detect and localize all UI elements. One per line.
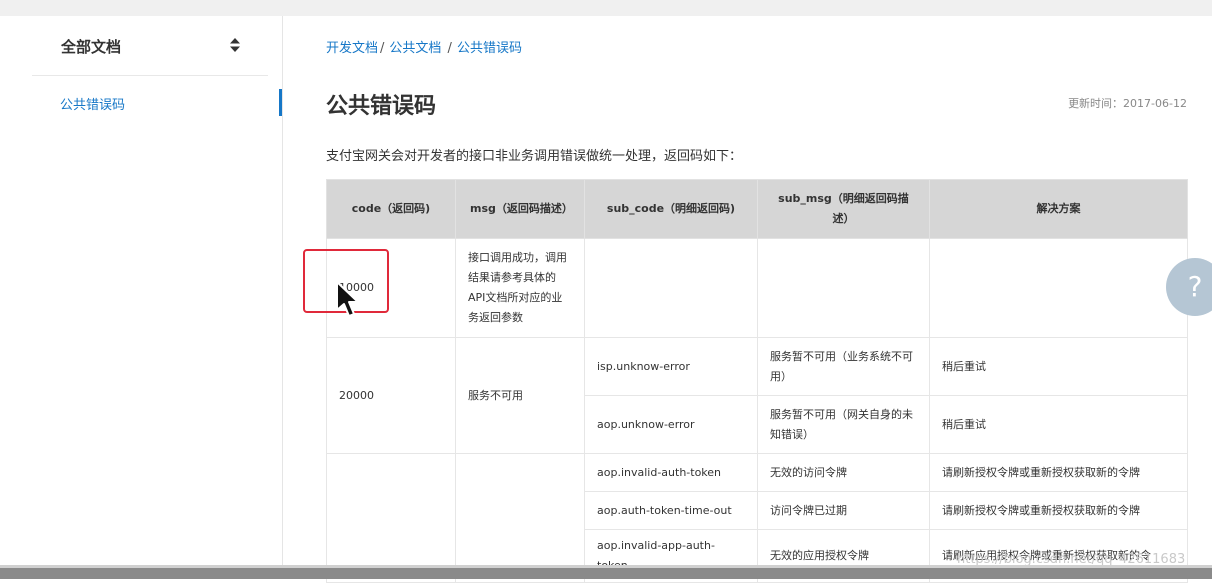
sidebar: 全部文档 公共错误码 [0, 16, 283, 565]
cell-sub-code: aop.invalid-auth-token [584, 453, 758, 492]
breadcrumb-separator: / [443, 41, 452, 56]
cell-code [326, 453, 456, 583]
cell-solution: 稍后重试 [929, 395, 1188, 454]
header-sub-code: sub_code（明细返回码) [584, 179, 758, 239]
cell-solution: 稍后重试 [929, 337, 1188, 396]
cell-solution [929, 238, 1188, 338]
active-indicator [279, 89, 282, 116]
breadcrumb-separator: / [380, 41, 385, 56]
cell-code: 20000 [326, 337, 456, 454]
header-msg: msg（返回码描述） [455, 179, 585, 239]
table-row: 20000 服务不可用 isp.unknow-error 服务暂不可用（业务系统… [326, 337, 1188, 454]
sidebar-item-public-error-codes[interactable]: 公共错误码 [60, 94, 125, 113]
error-code-table: code（返回码) msg（返回码描述） sub_code（明细返回码) sub… [326, 179, 1188, 583]
cell-sub-code: aop.auth-token-time-out [584, 491, 758, 530]
update-time: 更新时间：2017-06-12 [1068, 97, 1187, 110]
breadcrumb: 开发文档 / 公共文档 / 公共错误码 [326, 37, 522, 56]
help-icon: ? [1187, 270, 1203, 303]
header-sub-msg: sub_msg（明细返回码描述） [757, 179, 930, 239]
main-content: 开发文档 / 公共文档 / 公共错误码 公共错误码 更新时间：2017-06-12 支… [283, 16, 1212, 583]
cell-sub-msg [757, 238, 930, 338]
cell-sub-msg: 服务暂不可用（业务系统不可用） [757, 337, 930, 396]
breadcrumb-error-codes[interactable]: 公共错误码 [457, 41, 522, 56]
intro-text: 支付宝网关会对开发者的接口非业务调用错误做统一处理，返回码如下： [326, 149, 743, 164]
cell-sub-code: aop.unknow-error [584, 395, 758, 454]
cell-sub-msg: 访问令牌已过期 [757, 491, 930, 530]
cell-sub-code: isp.unknow-error [584, 337, 758, 396]
top-strip [0, 0, 1212, 16]
horizontal-scrollbar[interactable] [0, 565, 1212, 579]
page-title: 公共错误码 [326, 94, 437, 119]
header-solution: 解决方案 [929, 179, 1188, 239]
cell-solution: 请刷新授权令牌或重新授权获取新的令牌 [929, 453, 1188, 492]
sidebar-header[interactable]: 全部文档 [32, 16, 268, 76]
header-code: code（返回码) [326, 179, 456, 239]
table-row: 10000 接口调用成功，调用结果请参考具体的API文档所对应的业务返回参数 [326, 238, 1188, 338]
breadcrumb-public-docs[interactable]: 公共文档 [389, 41, 441, 56]
cursor-icon [336, 281, 359, 317]
table-row: aop.invalid-auth-token 无效的访问令牌 请刷新授权令牌或重… [326, 453, 1188, 583]
table-header-row: code（返回码) msg（返回码描述） sub_code（明细返回码) sub… [326, 179, 1188, 239]
sort-icon[interactable] [230, 38, 240, 52]
breadcrumb-dev-docs[interactable]: 开发文档 [326, 41, 378, 56]
cell-sub-msg: 服务暂不可用（网关自身的未知错误） [757, 395, 930, 454]
cell-sub-msg: 无效的访问令牌 [757, 453, 930, 492]
sidebar-title: 全部文档 [61, 38, 122, 56]
cell-msg [455, 453, 585, 583]
cell-solution: 请刷新授权令牌或重新授权获取新的令牌 [929, 491, 1188, 530]
cell-msg: 服务不可用 [455, 337, 585, 454]
cell-msg: 接口调用成功，调用结果请参考具体的API文档所对应的业务返回参数 [455, 238, 585, 338]
cell-sub-code [584, 238, 758, 338]
